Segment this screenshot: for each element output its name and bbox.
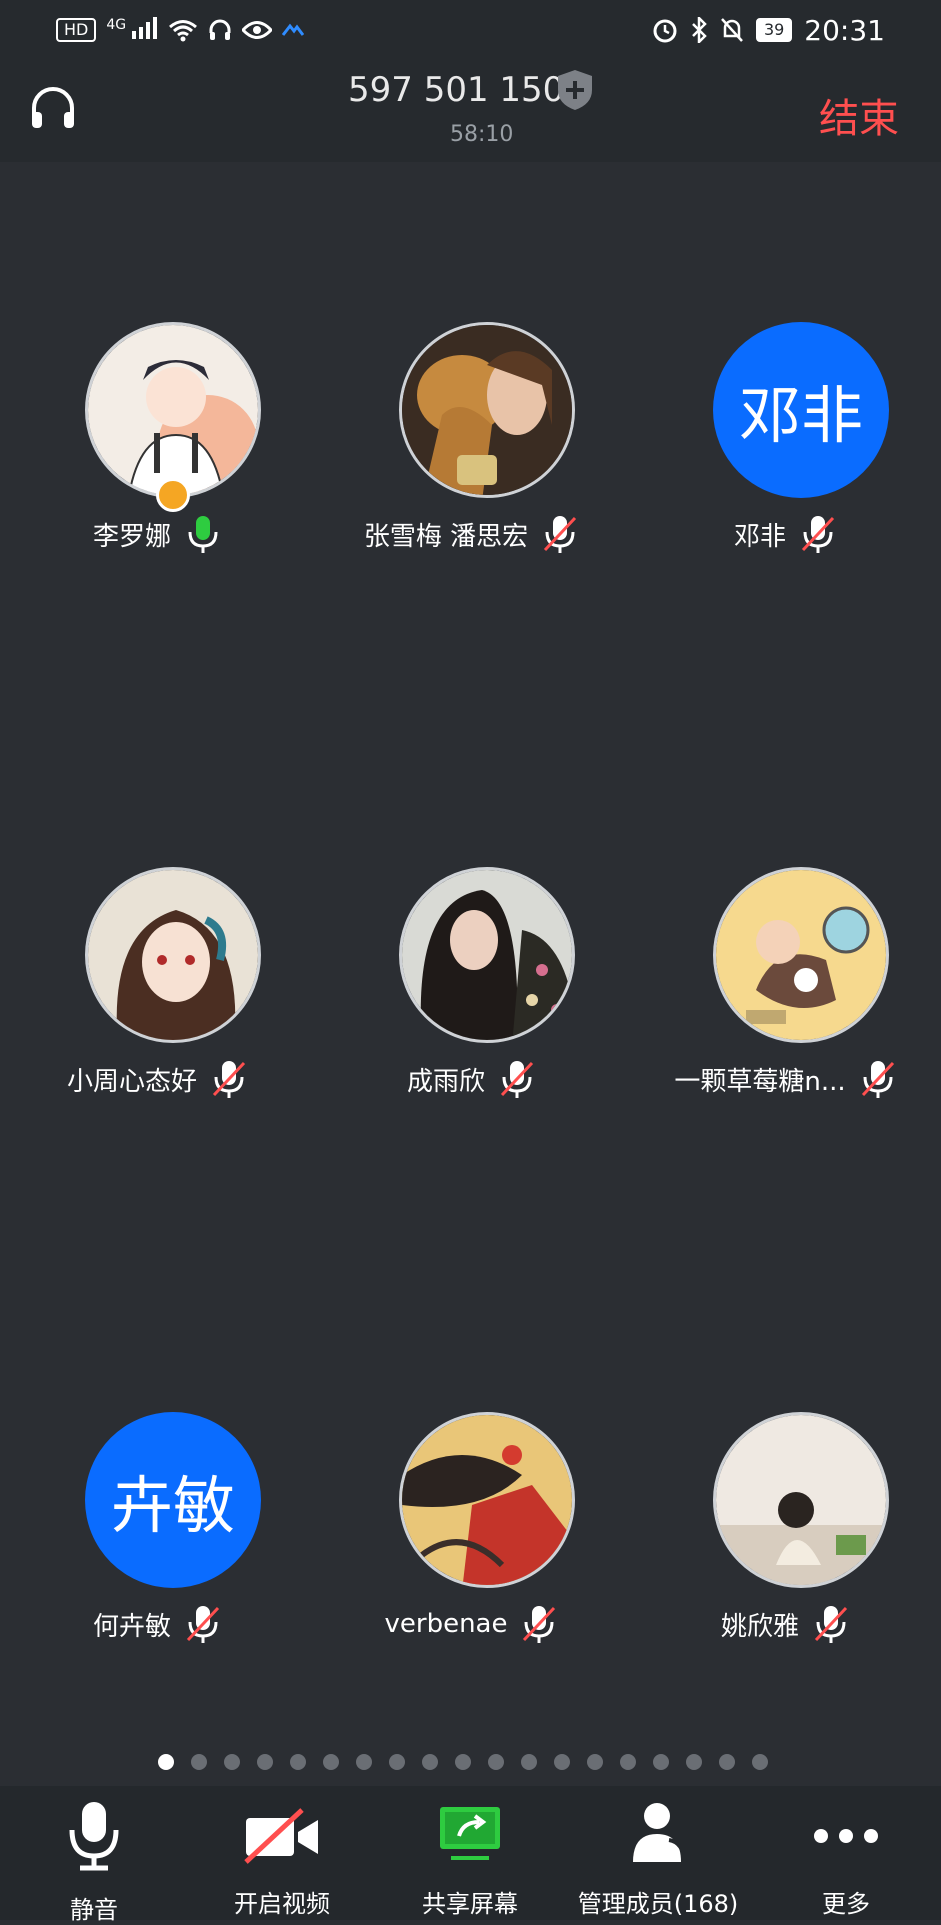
page-dot[interactable] <box>257 1754 273 1770</box>
manage-members-button[interactable]: 管理成员(168) <box>564 1798 752 1918</box>
participant-tile[interactable]: 张雪梅 潘思宏 <box>314 322 628 622</box>
page-dot[interactable] <box>521 1754 537 1770</box>
avatar <box>85 867 261 1043</box>
avatar <box>399 322 575 498</box>
participant-tile[interactable]: 小周心态好 <box>0 867 314 1167</box>
host-badge-icon <box>156 478 190 512</box>
headset-icon[interactable] <box>28 84 78 132</box>
page-dot[interactable] <box>686 1754 702 1770</box>
participant-tile[interactable]: 邓非 邓非 <box>628 322 941 622</box>
meeting-id[interactable]: 597 501 150 <box>348 70 564 110</box>
avatar <box>399 867 575 1043</box>
mic-muted-icon <box>212 1061 246 1098</box>
mic-muted-icon <box>814 1606 848 1643</box>
participant-tile[interactable]: verbenae <box>314 1412 628 1712</box>
shield-icon[interactable] <box>554 68 596 112</box>
mic-active-icon <box>188 516 218 553</box>
mic-muted-icon <box>544 516 577 553</box>
video-label: 开启视频 <box>234 1890 330 1918</box>
page-dot[interactable] <box>158 1754 174 1770</box>
page-dot[interactable] <box>389 1754 405 1770</box>
alarm-icon <box>653 19 677 43</box>
page-dot[interactable] <box>653 1754 669 1770</box>
share-label: 共享屏幕 <box>422 1890 518 1918</box>
page-dot[interactable] <box>719 1754 735 1770</box>
4g-signal-icon: 4G <box>106 16 158 44</box>
participant-tile[interactable]: 成雨欣 <box>314 867 628 1167</box>
participant-tile[interactable]: 姚欣雅 <box>628 1412 941 1712</box>
clock: 20:31 <box>804 13 885 47</box>
page-dot[interactable] <box>488 1754 504 1770</box>
page-dot[interactable] <box>587 1754 603 1770</box>
avatar: 邓非 <box>713 322 889 498</box>
page-dot[interactable] <box>356 1754 372 1770</box>
end-meeting-button[interactable]: 结束 <box>819 86 899 144</box>
microphone-icon <box>69 1802 119 1871</box>
page-dot[interactable] <box>290 1754 306 1770</box>
mic-muted-icon <box>801 516 835 553</box>
elapsed-time: 58:10 <box>450 122 514 147</box>
more-icon <box>814 1829 878 1843</box>
battery-icon: 39 <box>755 18 793 42</box>
participant-tile[interactable]: 一颗草莓糖n... <box>628 867 941 1167</box>
participant-tile[interactable]: 卉敏 何卉敏 <box>0 1412 314 1712</box>
page-dot[interactable] <box>323 1754 339 1770</box>
avatar <box>713 1412 889 1588</box>
page-dot[interactable] <box>455 1754 471 1770</box>
participant-name: 李罗娜 <box>92 521 171 552</box>
meeting-header: 597 501 150 58:10 结束 <box>0 60 941 162</box>
participant-name: 小周心态好 <box>66 1066 197 1097</box>
video-button[interactable]: 开启视频 <box>188 1798 376 1918</box>
mic-muted-icon <box>500 1061 534 1098</box>
avatar <box>85 322 261 498</box>
status-left: HD 4G <box>56 12 304 48</box>
participant-tile[interactable]: 李罗娜 <box>0 322 314 622</box>
page-dot[interactable] <box>422 1754 438 1770</box>
mic-muted-icon <box>523 1606 556 1643</box>
more-label: 更多 <box>822 1890 870 1918</box>
video-off-icon <box>244 1808 318 1864</box>
participant-name: 张雪梅 潘思宏 <box>363 521 529 552</box>
members-label: 管理成员(168) <box>577 1890 739 1918</box>
status-bar: HD 4G 39 20:31 <box>0 0 941 60</box>
hd-icon: HD <box>56 18 97 42</box>
participant-name: 何卉敏 <box>92 1611 171 1642</box>
bluetooth-icon <box>692 17 707 43</box>
members-icon <box>633 1803 687 1863</box>
avatar <box>713 867 889 1043</box>
app-icon <box>281 23 304 36</box>
mic-muted-icon <box>861 1061 894 1098</box>
mute-bell-icon <box>721 18 743 42</box>
headphone-icon <box>209 19 231 40</box>
eye-icon <box>241 21 272 39</box>
participant-name: 一颗草莓糖n... <box>674 1066 846 1097</box>
participant-name: 姚欣雅 <box>720 1611 799 1642</box>
page-dot[interactable] <box>191 1754 207 1770</box>
page-dot[interactable] <box>224 1754 240 1770</box>
page-dot[interactable] <box>554 1754 570 1770</box>
status-right: 39 20:31 <box>652 12 885 48</box>
page-dot[interactable] <box>620 1754 636 1770</box>
participant-name: verbenae <box>384 1609 508 1639</box>
participant-name: 成雨欣 <box>406 1066 485 1097</box>
participant-grid: 李罗娜 张雪梅 潘思宏 邓非 邓非 小周心态好 成雨欣 一颗草莓糖n... 卉敏… <box>0 162 941 1742</box>
more-button[interactable]: 更多 <box>752 1798 940 1918</box>
wifi-icon <box>168 20 197 42</box>
participant-name: 邓非 <box>733 521 786 552</box>
avatar <box>399 1412 575 1588</box>
page-dot[interactable] <box>752 1754 768 1770</box>
share-screen-icon <box>440 1807 500 1860</box>
mute-button[interactable]: 静音 <box>0 1798 188 1924</box>
share-screen-button[interactable]: 共享屏幕 <box>376 1798 564 1918</box>
avatar: 卉敏 <box>85 1412 261 1588</box>
meeting-toolbar: 静音 开启视频 共享屏幕 管理成员(168) 更多 <box>0 1786 941 1924</box>
page-indicator[interactable] <box>158 1754 768 1770</box>
mic-muted-icon <box>186 1606 220 1643</box>
